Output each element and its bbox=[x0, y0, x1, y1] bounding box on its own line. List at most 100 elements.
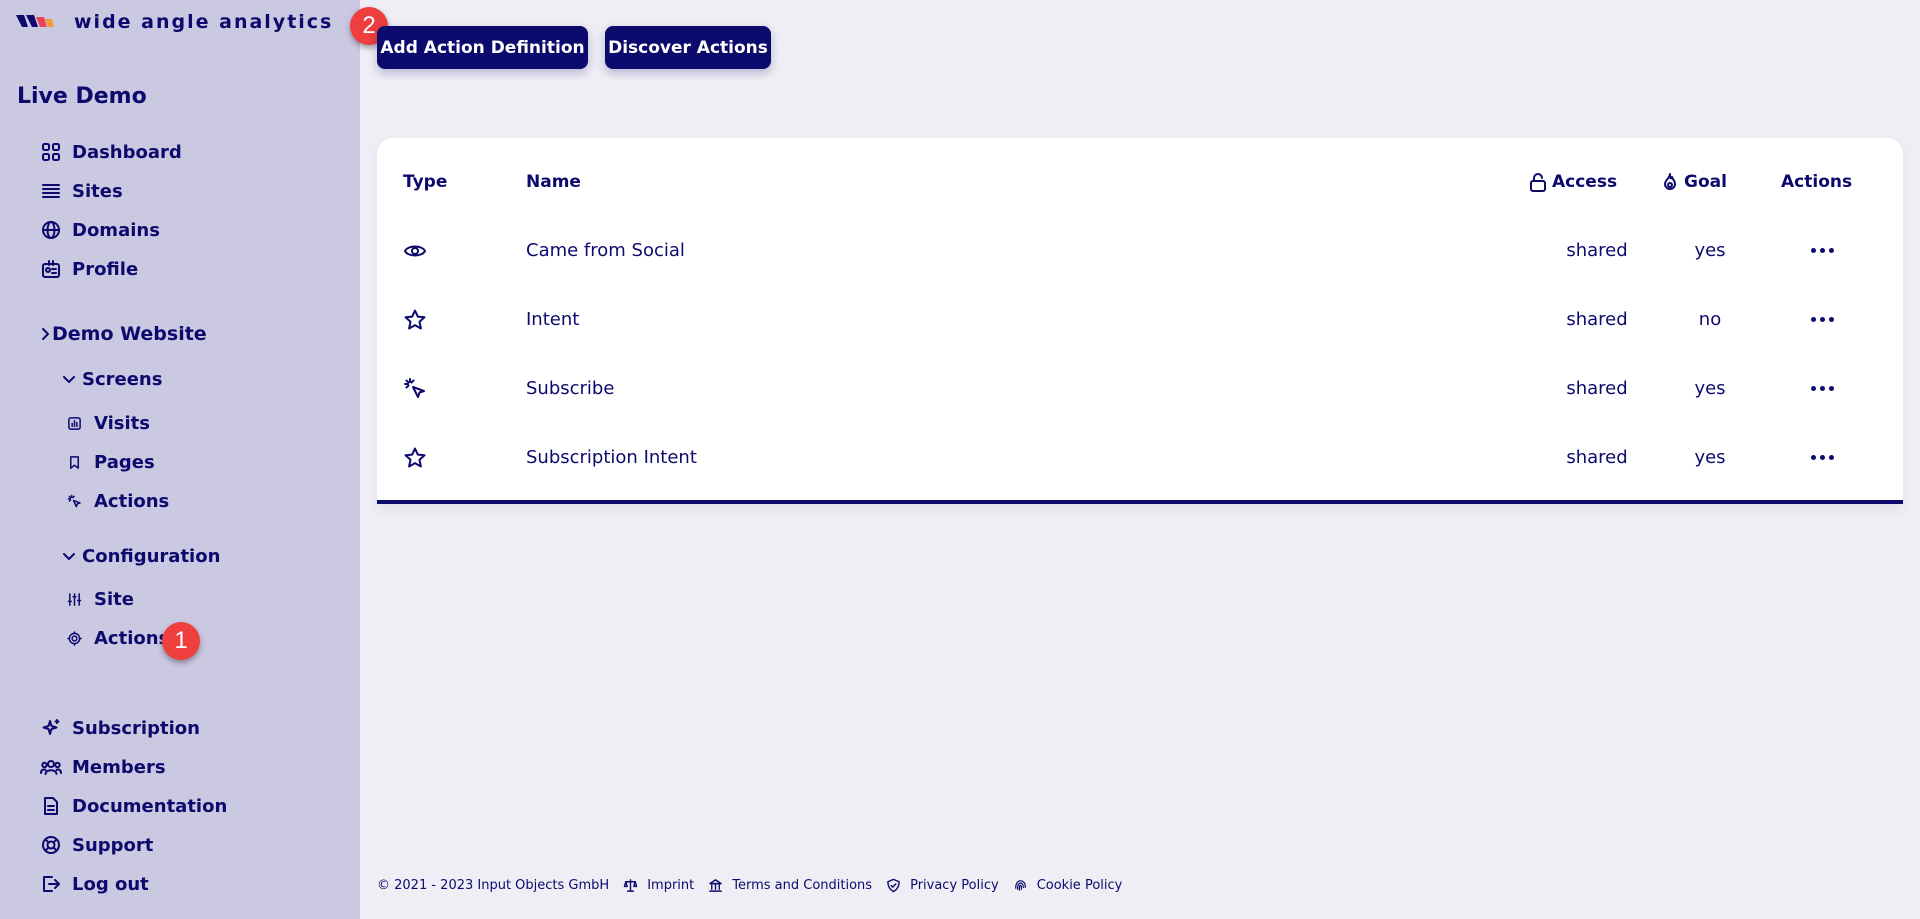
step-badge-1: 1 bbox=[162, 622, 200, 660]
sidebar-item-label: Profile bbox=[72, 258, 139, 280]
chevron-down-icon bbox=[62, 373, 76, 387]
list-icon bbox=[40, 180, 62, 202]
cog-icon bbox=[66, 631, 82, 647]
brand-logo[interactable]: wide angle analytics bbox=[16, 10, 333, 34]
logo-icon bbox=[16, 15, 54, 27]
dashboard-icon bbox=[40, 141, 62, 163]
row-type bbox=[403, 285, 427, 354]
sidebar-item-label: Demo Website bbox=[52, 323, 207, 345]
sliders-icon bbox=[66, 592, 82, 608]
sidebar-item-label: Support bbox=[72, 834, 154, 856]
sidebar-item-support[interactable]: Support bbox=[40, 834, 153, 856]
document-icon bbox=[40, 795, 62, 817]
sidebar-item-profile[interactable]: Profile bbox=[40, 258, 138, 280]
shield-icon bbox=[887, 878, 900, 893]
table-row[interactable]: Intent shared no bbox=[377, 285, 1903, 354]
sidebar-item-screen-actions[interactable]: Actions bbox=[66, 491, 169, 512]
fingerprint-icon bbox=[1014, 880, 1026, 891]
row-goal: yes bbox=[1694, 378, 1726, 399]
scales-icon bbox=[623, 879, 638, 892]
row-goal: yes bbox=[1694, 240, 1726, 261]
column-header-label: Goal bbox=[1684, 172, 1727, 192]
table-row[interactable]: Subscribe shared yes bbox=[377, 354, 1903, 423]
discover-actions-button[interactable]: Discover Actions bbox=[605, 26, 771, 69]
sidebar-item-label: Members bbox=[72, 756, 166, 778]
footer: © 2021 - 2023 Input Objects GmbH Imprint… bbox=[377, 878, 1122, 893]
click-icon bbox=[404, 377, 425, 398]
sidebar-item-site[interactable]: Site bbox=[66, 589, 134, 610]
sidebar-item-label: Log out bbox=[72, 873, 149, 895]
row-actions-menu[interactable] bbox=[1772, 423, 1872, 492]
footer-link-terms[interactable]: Terms and Conditions bbox=[708, 878, 872, 893]
sidebar-group-screens[interactable]: Screens bbox=[62, 369, 162, 390]
click-icon bbox=[66, 494, 82, 510]
sidebar-item-label: Pages bbox=[94, 452, 155, 473]
sidebar-item-members[interactable]: Members bbox=[40, 756, 166, 778]
sidebar-group-configuration[interactable]: Configuration bbox=[62, 546, 220, 567]
row-name[interactable]: Intent bbox=[526, 285, 579, 354]
column-header-label: Access bbox=[1552, 172, 1618, 192]
sidebar-item-sites[interactable]: Sites bbox=[40, 180, 123, 202]
sidebar-item-label: Documentation bbox=[72, 795, 228, 817]
sidebar-item-visits[interactable]: Visits bbox=[66, 413, 150, 434]
sidebar-item-domains[interactable]: Domains bbox=[40, 219, 160, 241]
column-header-goal: Goal bbox=[1660, 172, 1727, 192]
more-options-icon[interactable] bbox=[1810, 386, 1834, 391]
footer-link-label: Terms and Conditions bbox=[732, 878, 873, 893]
sidebar-item-label: Site bbox=[94, 589, 134, 610]
row-type bbox=[403, 354, 427, 423]
more-options-icon[interactable] bbox=[1810, 248, 1834, 253]
sidebar: wide angle analytics Live Demo Dashboard… bbox=[0, 0, 360, 919]
logout-icon bbox=[40, 873, 62, 895]
globe-icon bbox=[40, 219, 62, 241]
more-options-icon[interactable] bbox=[1810, 317, 1834, 322]
eye-icon bbox=[404, 245, 426, 256]
row-actions-menu[interactable] bbox=[1772, 216, 1872, 285]
chevron-right-icon bbox=[40, 327, 50, 341]
organization-title: Live Demo bbox=[17, 84, 147, 109]
sidebar-group-label: Configuration bbox=[82, 546, 221, 567]
sparkle-icon bbox=[40, 717, 62, 739]
building-icon bbox=[709, 879, 723, 892]
table-row[interactable]: Came from Social shared yes bbox=[377, 216, 1903, 285]
footer-link-imprint[interactable]: Imprint bbox=[623, 878, 694, 893]
bookmark-icon bbox=[66, 455, 82, 471]
chevron-down-icon bbox=[62, 550, 76, 564]
star-icon bbox=[404, 447, 426, 467]
sidebar-item-documentation[interactable]: Documentation bbox=[40, 795, 227, 817]
sidebar-item-demo-website[interactable]: Demo Website bbox=[40, 323, 207, 345]
users-icon bbox=[40, 756, 62, 778]
footer-link-label: Cookie Policy bbox=[1036, 878, 1123, 893]
row-type bbox=[403, 423, 427, 492]
row-goal: yes bbox=[1694, 447, 1726, 468]
column-header-name: Name bbox=[526, 172, 581, 192]
sidebar-item-config-actions[interactable]: Actions bbox=[66, 628, 169, 649]
sidebar-item-label: Dashboard bbox=[72, 141, 182, 163]
add-action-definition-button[interactable]: Add Action Definition bbox=[377, 26, 588, 69]
sidebar-item-label: Actions bbox=[94, 491, 170, 512]
row-type bbox=[403, 216, 427, 285]
sidebar-item-dashboard[interactable]: Dashboard bbox=[40, 141, 182, 163]
sidebar-item-pages[interactable]: Pages bbox=[66, 452, 155, 473]
sidebar-item-label: Subscription bbox=[72, 717, 200, 739]
sidebar-item-logout[interactable]: Log out bbox=[40, 873, 149, 895]
row-access: shared bbox=[1566, 240, 1628, 261]
more-options-icon[interactable] bbox=[1810, 455, 1834, 460]
row-access: shared bbox=[1566, 309, 1628, 330]
sidebar-item-label: Visits bbox=[94, 413, 150, 434]
row-name[interactable]: Came from Social bbox=[526, 216, 685, 285]
row-name[interactable]: Subscription Intent bbox=[526, 423, 697, 492]
footer-link-privacy[interactable]: Privacy Policy bbox=[886, 878, 999, 893]
table-row[interactable]: Subscription Intent shared yes bbox=[377, 423, 1903, 492]
row-actions-menu[interactable] bbox=[1772, 285, 1872, 354]
id-card-icon bbox=[40, 258, 62, 280]
row-actions-menu[interactable] bbox=[1772, 354, 1872, 423]
column-header-actions: Actions bbox=[1781, 172, 1853, 192]
row-name[interactable]: Subscribe bbox=[526, 354, 614, 423]
row-goal: no bbox=[1698, 309, 1722, 330]
sidebar-item-subscription[interactable]: Subscription bbox=[40, 717, 200, 739]
row-access: shared bbox=[1566, 447, 1628, 468]
footer-link-cookie[interactable]: Cookie Policy bbox=[1013, 878, 1123, 893]
sidebar-group-label: Screens bbox=[82, 369, 163, 390]
sidebar-item-label: Actions bbox=[94, 628, 170, 649]
